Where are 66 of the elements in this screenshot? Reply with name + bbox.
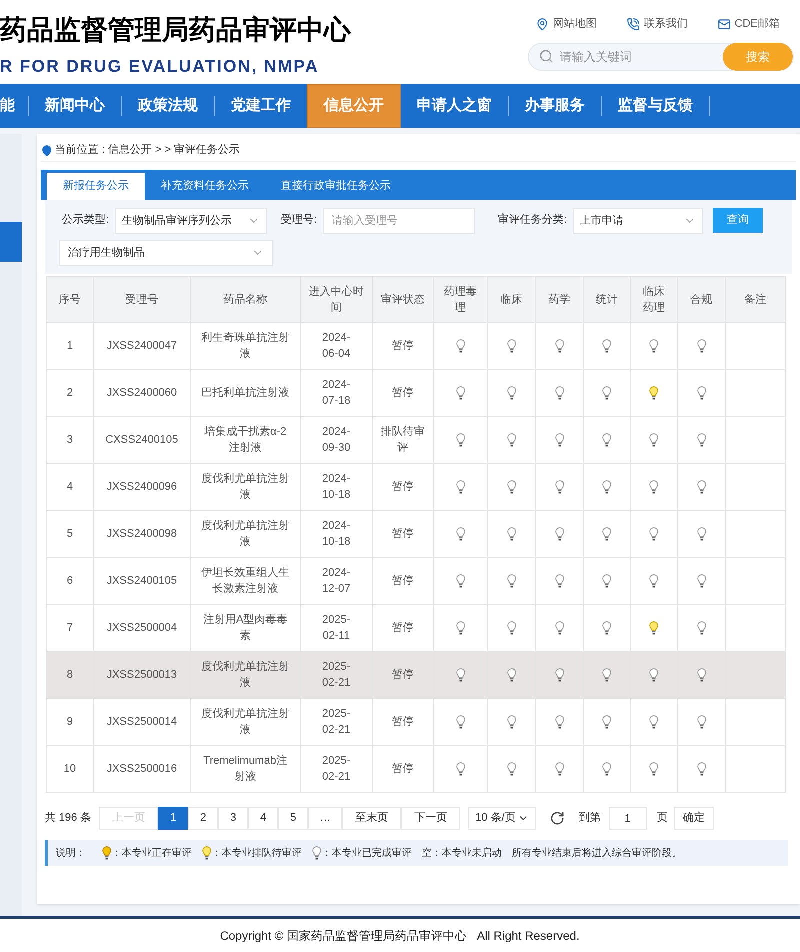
legend-label: 说明： [56, 846, 86, 860]
page-button[interactable]: 2 [188, 807, 218, 830]
page-unit: 页 [656, 811, 668, 826]
tab[interactable]: 补充资料任务公示 [145, 173, 265, 200]
site-subtitle: R FOR DRUG EVALUATION, NMPA [0, 56, 320, 78]
filter-label: 公示类型: [60, 213, 109, 228]
ellipsis: … [308, 807, 342, 830]
dropdown[interactable]: 生物制品审评序列公示 [115, 208, 267, 234]
header-link[interactable]: 网站地图 [552, 16, 597, 32]
page-number-field[interactable]: 1 [608, 807, 647, 830]
table-row[interactable]: 4 JXSS2400096 度伐利尤单抗注射液 2024-10-18 暂停 [46, 464, 786, 510]
confirm-button[interactable]: 确定 [674, 807, 714, 830]
breadcrumb: 当前位置 : 信息公开 > > 审评任务公示 [55, 142, 240, 158]
nav-item[interactable]: 办事服务 [509, 84, 601, 128]
legend-text: ：本专业正在审评 [112, 846, 192, 860]
legend-text: ：本专业已完成审评 [322, 846, 412, 860]
receipt-number-field[interactable]: 请输入受理号 [323, 208, 476, 234]
page-button[interactable]: 3 [218, 807, 248, 830]
location-icon [41, 144, 53, 156]
table-cell: 10 [46, 746, 94, 792]
search-icon [539, 49, 554, 64]
legend-text: 所有专业结束后将进入综合审评阶段。 [512, 846, 682, 860]
mail-icon [718, 18, 731, 31]
nav-item[interactable]: 能 [0, 84, 28, 128]
table-row[interactable]: 6 JXSS2400105 伊坦长效重组人生长激素注射液 2024-12-07 暂停 [46, 558, 786, 604]
nav-item[interactable]: 新闻中心 [29, 84, 121, 128]
page-button[interactable]: 1 [158, 807, 188, 830]
phone-icon [626, 18, 640, 31]
nav-item[interactable]: 申请人之窗 [401, 84, 508, 128]
page-button[interactable]: 5 [278, 807, 308, 830]
table-cell: 2025-02-21 [300, 746, 372, 792]
legend-text: 空：本专业未启动 [422, 846, 502, 860]
table-row[interactable]: 5 JXSS2400098 度伐利尤单抗注射液 2024-10-18 暂停 [46, 510, 786, 558]
nav-item[interactable]: 党建工作 [215, 84, 307, 128]
table-row[interactable]: 3 CXSS2400105 培集成干扰素α-2注射液 2024-09-30 排队待审评 [46, 416, 786, 464]
dropdown[interactable]: 上市申请 [573, 208, 704, 234]
refresh-icon[interactable] [550, 811, 565, 826]
next-page-button[interactable]: 下一页 [401, 807, 460, 830]
tab[interactable]: 直接行政审批任务公示 [265, 173, 407, 200]
table-row[interactable]: 8 JXSS2500013 度伐利尤单抗注射液 2025-02-21 暂停 [46, 652, 786, 698]
nav-item[interactable]: 政策法规 [122, 84, 214, 128]
column-header: 序号 [46, 276, 94, 322]
total-count: 共 196 条 [45, 811, 92, 826]
map-pin-icon [536, 18, 549, 31]
table-row[interactable]: 10 JXSS2500016 Tremelimumab注射液 2025-02-21 暂停 [46, 746, 786, 792]
table-row[interactable]: 9 JXSS2500014 度伐利尤单抗注射液 2025-02-21 暂停 [46, 698, 786, 746]
page-button[interactable]: 4 [248, 807, 278, 830]
page-size-dropdown[interactable]: 10 条/页 [468, 807, 536, 830]
table-cell: 暂停 [372, 746, 434, 792]
header-link[interactable]: CDE邮箱 [734, 16, 780, 32]
filter-label: 审评任务分类: [497, 212, 568, 228]
header-link[interactable]: 联系我们 [644, 16, 688, 32]
site-title: 药品监督管理局药品审评中心 [0, 14, 351, 47]
table-row[interactable]: 7 JXSS2500004 注射用A型肉毒毒素 2025-02-11 暂停 [46, 604, 786, 652]
table-cell: JXSS2500016 [94, 746, 190, 792]
table-row[interactable]: 2 JXSS2400060 巴托利单抗注射液 2024-07-18 暂停 [46, 370, 786, 416]
copyright: Copyright © 国家药品监督管理局药品审评中心 All Right Reserved. [220, 928, 580, 944]
legend-text: ：本专业排队待审评 [212, 846, 302, 860]
last-page-button[interactable]: 至末页 [342, 807, 402, 830]
nav-item[interactable]: 监督与反馈 [602, 84, 709, 128]
goto-label: 到第 [578, 811, 601, 826]
filter-label: 受理号: [281, 212, 318, 228]
dropdown[interactable]: 治疗用生物制品 [59, 240, 273, 266]
table-row[interactable]: 1 JXSS2400047 利生奇珠单抗注射液 2024-06-04 暂停 [46, 322, 786, 370]
table-cell: Tremelimumab注射液 [190, 746, 300, 792]
tab[interactable]: 新报任务公示 [47, 173, 145, 200]
